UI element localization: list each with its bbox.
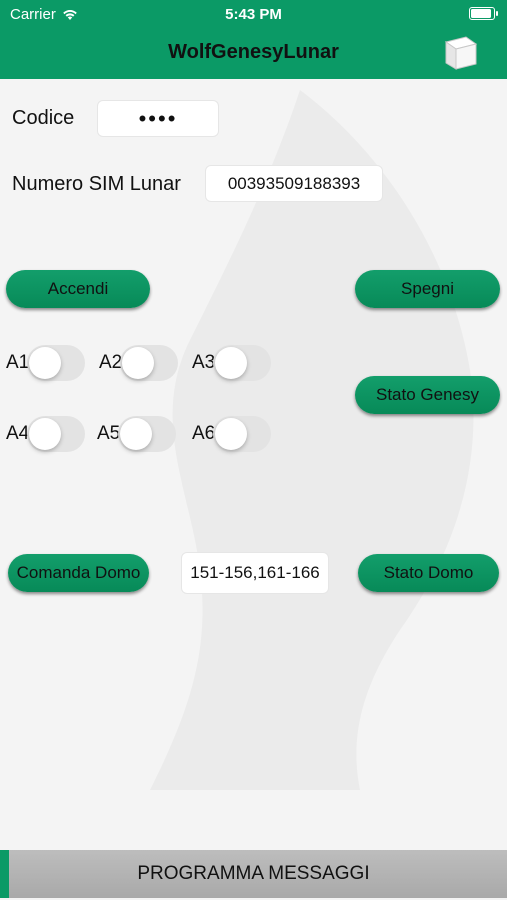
nav-header: Carrier 5:43 PM WolfGenesyLunar: [0, 0, 507, 79]
battery-icon: [469, 7, 498, 20]
comanda-domo-button[interactable]: Comanda Domo: [8, 554, 149, 592]
spegni-button[interactable]: Spegni: [355, 270, 500, 308]
toggle-label-a4: A4: [6, 423, 30, 444]
toggle-a5[interactable]: [118, 416, 177, 452]
toggle-group-a5: A5: [97, 416, 177, 452]
codice-password-field[interactable]: ••••: [97, 100, 219, 137]
toggle-group-a3: A3: [192, 345, 272, 381]
sim-label: Numero SIM Lunar: [12, 173, 181, 195]
stato-genesy-button[interactable]: Stato Genesy: [355, 376, 500, 414]
status-bar: Carrier 5:43 PM: [0, 0, 507, 28]
toggle-a4[interactable]: [27, 416, 86, 452]
cube-icon[interactable]: [442, 33, 480, 71]
toggle-label-a3: A3: [192, 352, 216, 373]
toggle-group-a2: A2: [99, 345, 179, 381]
toggle-a1[interactable]: [27, 345, 86, 381]
toggle-label-a5: A5: [97, 423, 121, 444]
toggle-label-a1: A1: [6, 352, 30, 373]
codice-label: Codice: [12, 107, 75, 129]
toggle-label-a2: A2: [99, 352, 123, 373]
programma-messaggi-label: PROGRAMMA MESSAGGI: [137, 863, 370, 884]
domo-range-field[interactable]: 151-156,161-166: [181, 552, 329, 594]
toggle-group-a4: A4: [6, 416, 86, 452]
page-title: WolfGenesyLunar: [168, 41, 339, 63]
toggle-a3[interactable]: [213, 345, 272, 381]
toggle-group-a1: A1: [6, 345, 86, 381]
stato-domo-button[interactable]: Stato Domo: [358, 554, 499, 592]
toggle-group-a6: A6: [192, 416, 272, 452]
toggle-a2[interactable]: [120, 345, 179, 381]
sim-number-field[interactable]: 00393509188393: [205, 165, 383, 202]
accendi-button[interactable]: Accendi: [6, 270, 150, 308]
toggle-label-a6: A6: [192, 423, 216, 444]
toggle-a6[interactable]: [213, 416, 272, 452]
clock: 5:43 PM: [225, 6, 282, 23]
bottom-accent-strip: [0, 850, 9, 898]
programma-messaggi-button[interactable]: PROGRAMMA MESSAGGI: [0, 850, 507, 898]
